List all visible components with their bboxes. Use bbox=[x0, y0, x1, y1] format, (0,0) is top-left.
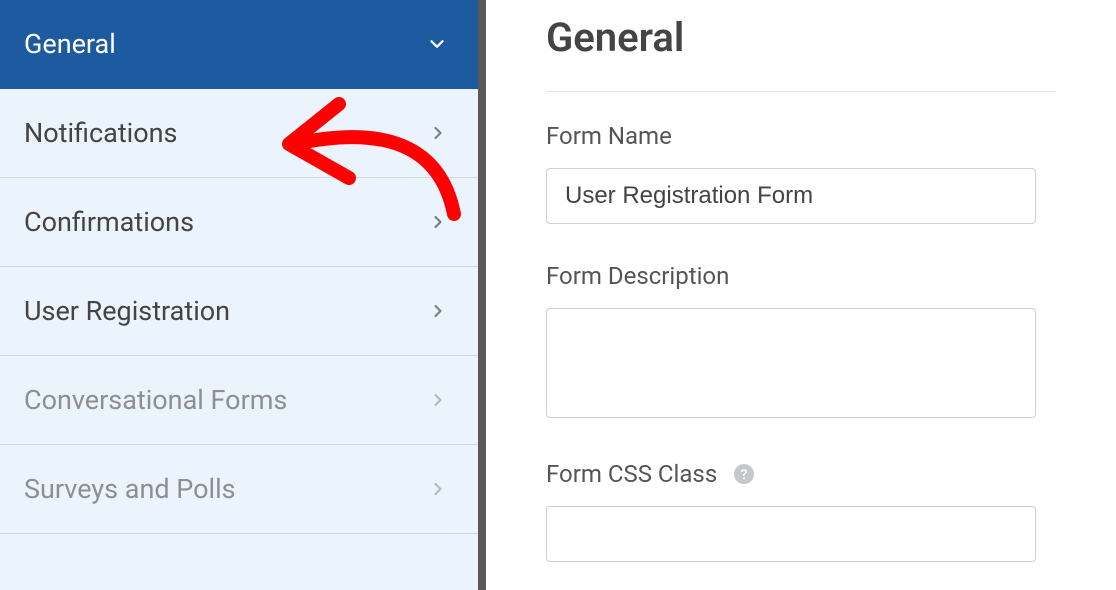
sidebar-item-user-registration[interactable]: User Registration bbox=[0, 267, 478, 356]
help-icon[interactable] bbox=[731, 461, 757, 487]
label-form-css-class: Form CSS Class bbox=[546, 460, 1056, 488]
sidebar-item-conversational-forms[interactable]: Conversational Forms bbox=[0, 356, 478, 445]
sidebar-item-notifications[interactable]: Notifications bbox=[0, 89, 478, 178]
page-title: General bbox=[546, 14, 1056, 61]
label-form-description: Form Description bbox=[546, 262, 1056, 290]
form-css-class-input[interactable] bbox=[546, 506, 1036, 562]
label-form-name: Form Name bbox=[546, 122, 1056, 150]
field-form-css-class: Form CSS Class bbox=[546, 460, 1056, 562]
chevron-right-icon bbox=[428, 123, 448, 143]
field-form-name: Form Name bbox=[546, 122, 1056, 224]
sidebar-item-label: General bbox=[24, 28, 116, 60]
sidebar-item-confirmations[interactable]: Confirmations bbox=[0, 178, 478, 267]
divider bbox=[546, 91, 1056, 92]
form-description-input[interactable] bbox=[546, 308, 1036, 418]
sidebar-item-label: Notifications bbox=[24, 117, 177, 149]
chevron-right-icon bbox=[428, 212, 448, 232]
sidebar-item-label: Conversational Forms bbox=[24, 384, 287, 416]
sidebar-item-general[interactable]: General bbox=[0, 0, 478, 89]
main-panel: General Form Name Form Description Form … bbox=[486, 0, 1116, 590]
sidebar-item-label: User Registration bbox=[24, 295, 230, 327]
sidebar: General Notifications Confirmations User… bbox=[0, 0, 486, 590]
sidebar-item-label: Surveys and Polls bbox=[24, 473, 236, 505]
chevron-right-icon bbox=[428, 390, 448, 410]
chevron-down-icon bbox=[426, 33, 448, 55]
chevron-right-icon bbox=[428, 479, 448, 499]
form-name-input[interactable] bbox=[546, 168, 1036, 224]
chevron-right-icon bbox=[428, 301, 448, 321]
field-form-description: Form Description bbox=[546, 262, 1056, 422]
sidebar-item-surveys-polls[interactable]: Surveys and Polls bbox=[0, 445, 478, 534]
sidebar-item-label: Confirmations bbox=[24, 206, 194, 238]
